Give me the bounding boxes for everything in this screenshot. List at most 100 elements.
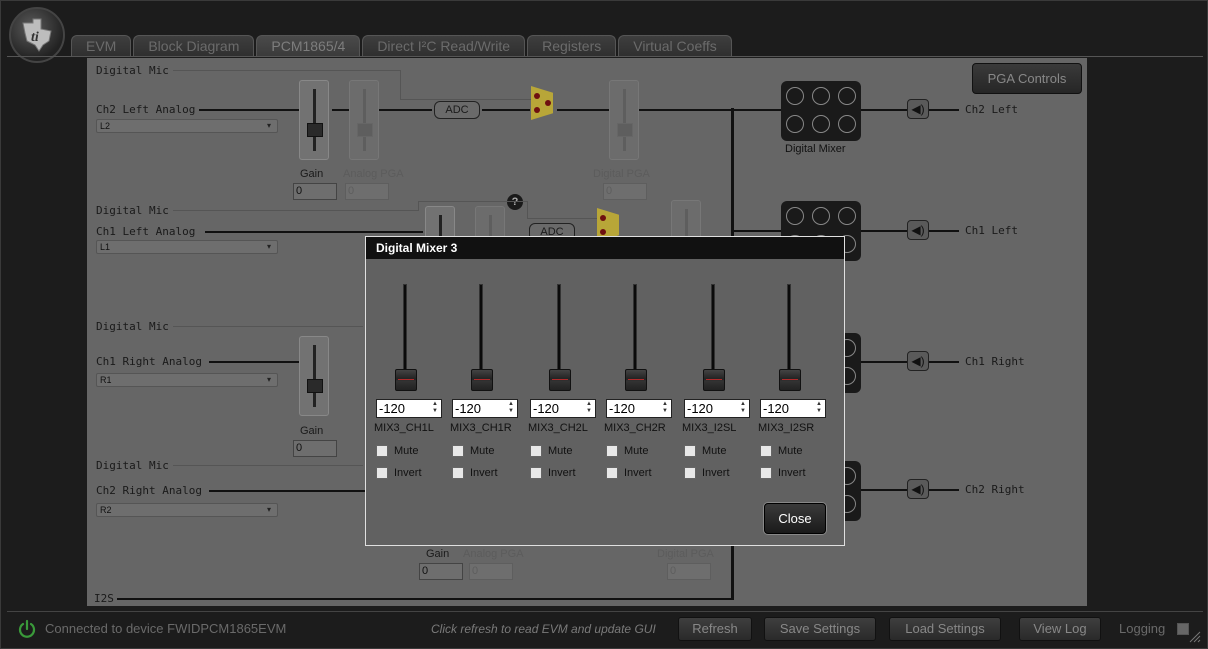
analog-pga-value[interactable]: 0 [345,183,389,200]
digital-mixer-1[interactable] [781,81,861,141]
invert-checkbox[interactable] [606,467,618,480]
gain-value[interactable]: 0 [293,183,337,200]
view-log-button[interactable]: View Log [1019,617,1101,641]
value-spinner[interactable]: -120 ▲ ▼ [606,399,672,418]
tab-pcm1865[interactable]: PCM1865/4 [256,35,361,57]
gain-fader[interactable] [299,80,329,160]
mute-checkbox[interactable] [376,445,388,458]
invert-checkbox[interactable] [452,467,464,480]
power-icon [18,619,36,638]
gain-value[interactable]: 0 [419,563,463,580]
input-select[interactable]: L2 [96,119,278,133]
tab-block-diagram[interactable]: Block Diagram [133,35,255,57]
i2s-bus-line [117,598,733,600]
signal-line [400,70,401,100]
svg-text:ti: ti [31,30,39,45]
adc-block: ADC [434,101,480,119]
mute-checkbox[interactable] [452,445,464,458]
fader-knob[interactable] [625,369,647,391]
analog-input-label: Ch1 Left Analog [96,225,196,238]
fader-knob[interactable] [779,369,801,391]
analog-input-label: Ch2 Right Analog [96,484,202,497]
speaker-icon: ◀) [907,99,929,119]
output-label: Ch2 Right [965,483,1025,496]
output-label: Ch1 Left [965,224,1018,237]
invert-checkbox[interactable] [760,467,772,480]
digital-pga-value[interactable]: 0 [667,563,711,580]
i2s-label: I2S [94,592,114,605]
fader-knob[interactable] [549,369,571,391]
value-spinner[interactable]: -120 ▲ ▼ [760,399,826,418]
load-settings-button[interactable]: Load Settings [889,617,1001,641]
mute-row: Mute [376,445,418,458]
header-divider [7,56,1203,57]
channel-label: MIX3_CH1R [450,422,512,434]
dialog-title: Digital Mixer 3 [366,237,844,259]
fader-knob[interactable] [471,369,493,391]
mixer-channel: -120 ▲ ▼ MIX3_CH1L Mute Invert [374,281,444,491]
signal-line [861,361,907,363]
mixer-channel: -120 ▲ ▼ MIX3_CH2L Mute Invert [528,281,598,491]
mute-row: Mute [684,445,727,458]
tab-direct-i2c[interactable]: Direct I²C Read/Write [362,35,526,57]
refresh-button[interactable]: Refresh [678,617,752,641]
signal-line [929,230,959,232]
tab-virtual-coeffs[interactable]: Virtual Coeffs [618,35,732,57]
help-icon[interactable]: ? [507,194,523,210]
input-select[interactable]: R1 [96,373,278,387]
status-bar: Connected to device FWIDPCM1865EVM Click… [7,611,1203,645]
spinner-arrows-icon[interactable]: ▲ ▼ [815,401,823,416]
pga-controls-button[interactable]: PGA Controls [972,63,1082,94]
gain-value[interactable]: 0 [293,440,337,457]
value-text: -120 [455,401,482,416]
spinner-arrows-icon[interactable]: ▲ ▼ [585,401,593,416]
gain-fader[interactable] [299,336,329,416]
mixer-channel: -120 ▲ ▼ MIX3_CH2R Mute Invert [604,281,674,491]
invert-label: Invert [702,467,730,479]
spinner-arrows-icon[interactable]: ▲ ▼ [431,401,439,416]
value-spinner[interactable]: -120 ▲ ▼ [684,399,750,418]
mute-label: Mute [702,445,727,457]
fader-knob[interactable] [703,369,725,391]
signal-line [929,361,959,363]
mute-checkbox[interactable] [760,445,772,458]
input-select[interactable]: R2 [96,503,278,517]
digital-pga-value[interactable]: 0 [603,183,647,200]
mute-checkbox[interactable] [530,445,542,458]
close-button[interactable]: Close [764,503,826,534]
invert-checkbox[interactable] [684,467,696,480]
tab-evm[interactable]: EVM [71,35,132,57]
digital-mic-label: Digital Mic [96,64,169,77]
value-spinner[interactable]: -120 ▲ ▼ [452,399,518,418]
signal-line [482,109,530,111]
signal-line [199,109,299,111]
refresh-hint: Click refresh to read EVM and update GUI [431,622,656,636]
mux-block[interactable] [531,86,553,120]
signal-line [418,201,528,202]
value-spinner[interactable]: -120 ▲ ▼ [530,399,596,418]
tab-registers[interactable]: Registers [527,35,617,57]
mute-label: Mute [470,445,495,457]
analog-pga-value[interactable]: 0 [469,563,513,580]
invert-checkbox[interactable] [530,467,542,480]
save-settings-button[interactable]: Save Settings [764,617,876,641]
fader-knob[interactable] [395,369,417,391]
analog-pga-fader[interactable] [349,80,379,160]
input-select[interactable]: L1 [96,240,278,254]
mute-checkbox[interactable] [684,445,696,458]
invert-checkbox[interactable] [376,467,388,480]
mute-row: Mute [760,445,802,458]
digital-pga-fader[interactable] [609,80,639,160]
mute-checkbox[interactable] [606,445,618,458]
spinner-arrows-icon[interactable]: ▲ ▼ [739,401,747,416]
signal-line [861,489,907,491]
signal-line [527,201,528,219]
value-spinner[interactable]: -120 ▲ ▼ [376,399,442,418]
signal-line [173,465,363,466]
spinner-arrows-icon[interactable]: ▲ ▼ [661,401,669,416]
resize-grip-icon[interactable] [1187,629,1201,643]
mute-label: Mute [548,445,573,457]
spinner-arrows-icon[interactable]: ▲ ▼ [507,401,515,416]
analog-input-label: Ch1 Right Analog [96,355,202,368]
value-text: -120 [609,401,636,416]
